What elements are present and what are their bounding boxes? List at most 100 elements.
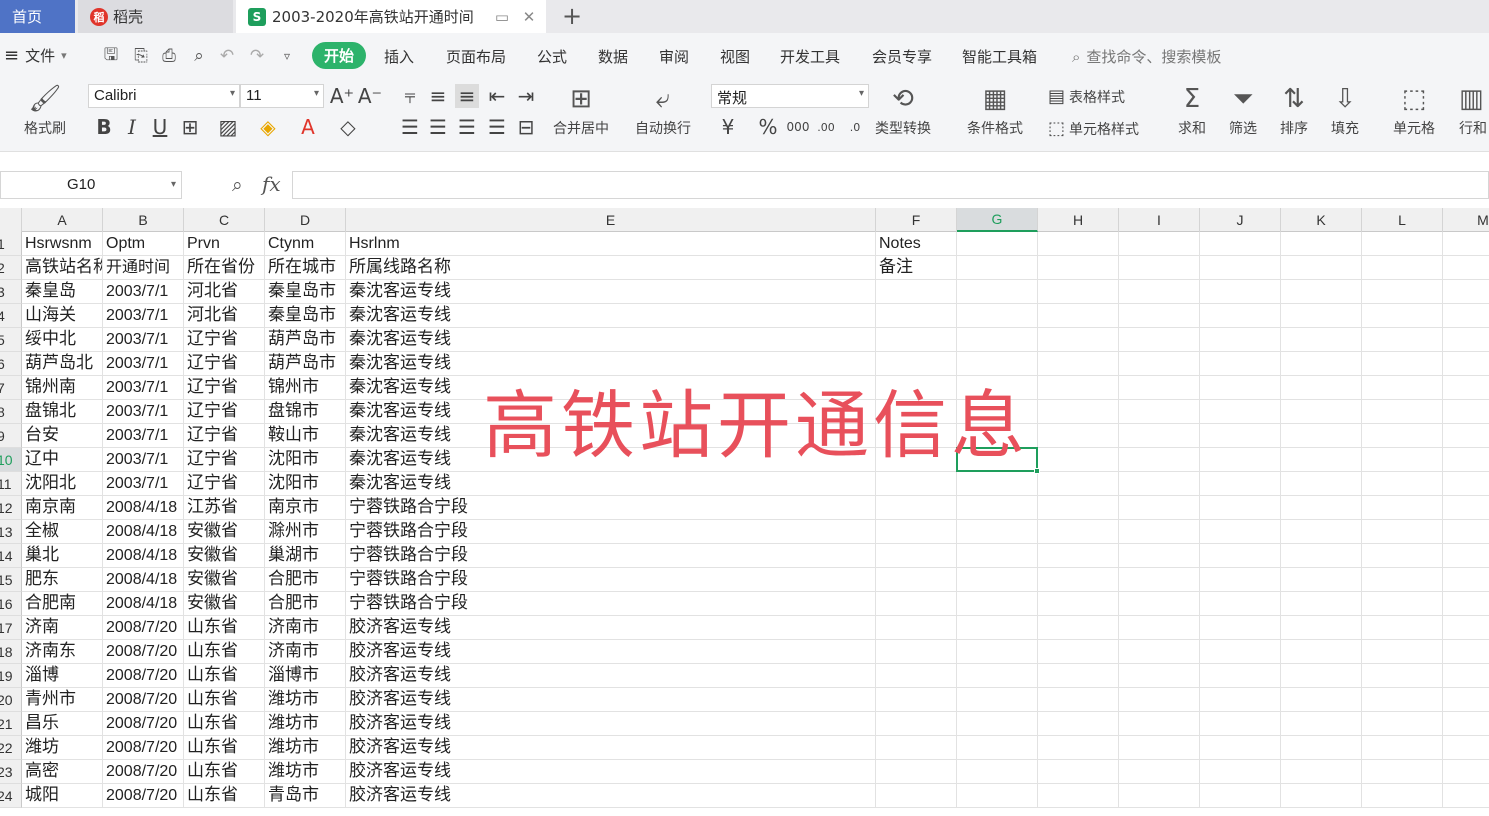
row-header[interactable]: 18: [0, 640, 22, 664]
cell-k4[interactable]: [1281, 304, 1362, 328]
cell-b7[interactable]: 2003/7/1: [103, 376, 184, 400]
cell-j11[interactable]: [1200, 472, 1281, 496]
cell-c9[interactable]: 辽宁省: [184, 424, 265, 448]
font-size-select[interactable]: 11 ▾: [240, 84, 324, 108]
cell-l8[interactable]: [1362, 400, 1443, 424]
cell-m24[interactable]: [1443, 784, 1489, 808]
row-header[interactable]: 4: [0, 304, 22, 328]
cell-b13[interactable]: 2008/4/18: [103, 520, 184, 544]
cell-f21[interactable]: [876, 712, 957, 736]
cell-b1[interactable]: Optm: [103, 232, 184, 256]
cell-d3[interactable]: 秦皇岛市: [265, 280, 346, 304]
cell-b17[interactable]: 2008/7/20: [103, 616, 184, 640]
column-header-b[interactable]: B: [103, 208, 184, 232]
cell-m12[interactable]: [1443, 496, 1489, 520]
align-right-icon[interactable]: ☰: [455, 115, 479, 139]
cell-i4[interactable]: [1119, 304, 1200, 328]
cell-m19[interactable]: [1443, 664, 1489, 688]
cell-l18[interactable]: [1362, 640, 1443, 664]
currency-icon[interactable]: ¥: [716, 115, 740, 139]
cell-m5[interactable]: [1443, 328, 1489, 352]
cell-i1[interactable]: [1119, 232, 1200, 256]
cell-a10[interactable]: 辽中: [22, 448, 103, 472]
cell-f1[interactable]: Notes: [876, 232, 957, 256]
cell-h1[interactable]: [1038, 232, 1119, 256]
cell-c8[interactable]: 辽宁省: [184, 400, 265, 424]
cell-b11[interactable]: 2003/7/1: [103, 472, 184, 496]
cell-i20[interactable]: [1119, 688, 1200, 712]
row-header[interactable]: 16: [0, 592, 22, 616]
column-header-a[interactable]: A: [22, 208, 103, 232]
row-header[interactable]: 23: [0, 760, 22, 784]
cell-k14[interactable]: [1281, 544, 1362, 568]
cell-k7[interactable]: [1281, 376, 1362, 400]
cell-h14[interactable]: [1038, 544, 1119, 568]
cell-h9[interactable]: [1038, 424, 1119, 448]
cell-k18[interactable]: [1281, 640, 1362, 664]
cell-j16[interactable]: [1200, 592, 1281, 616]
cell-j3[interactable]: [1200, 280, 1281, 304]
cell-d17[interactable]: 济南市: [265, 616, 346, 640]
align-top-icon[interactable]: ⫧: [398, 84, 422, 108]
cell-i18[interactable]: [1119, 640, 1200, 664]
fx-icon[interactable]: fx: [262, 172, 281, 196]
cell-f2[interactable]: 备注: [876, 256, 957, 280]
cell-a23[interactable]: 高密: [22, 760, 103, 784]
column-header-d[interactable]: D: [265, 208, 346, 232]
cell-h2[interactable]: [1038, 256, 1119, 280]
cell-i6[interactable]: [1119, 352, 1200, 376]
percent-icon[interactable]: %: [756, 115, 780, 139]
cell-c20[interactable]: 山东省: [184, 688, 265, 712]
cell-l6[interactable]: [1362, 352, 1443, 376]
cell-style-icon[interactable]: ▨: [216, 115, 240, 139]
cell-f16[interactable]: [876, 592, 957, 616]
cell-i19[interactable]: [1119, 664, 1200, 688]
cell-m17[interactable]: [1443, 616, 1489, 640]
bold-icon[interactable]: B: [92, 115, 116, 139]
cell-h5[interactable]: [1038, 328, 1119, 352]
column-header-h[interactable]: H: [1038, 208, 1119, 232]
cell-g4[interactable]: [957, 304, 1038, 328]
cell-h3[interactable]: [1038, 280, 1119, 304]
cell-j2[interactable]: [1200, 256, 1281, 280]
column-header-j[interactable]: J: [1200, 208, 1281, 232]
cell-h22[interactable]: [1038, 736, 1119, 760]
cell-l10[interactable]: [1362, 448, 1443, 472]
cell-d8[interactable]: 盘锦市: [265, 400, 346, 424]
cell-h24[interactable]: [1038, 784, 1119, 808]
row-header[interactable]: 12: [0, 496, 22, 520]
cell-style-button[interactable]: ⬚ 单元格样式: [1048, 118, 1139, 139]
cell-f12[interactable]: [876, 496, 957, 520]
auto-wrap-button[interactable]: ⤶ 自动换行: [635, 84, 691, 138]
cell-b15[interactable]: 2008/4/18: [103, 568, 184, 592]
cell-a4[interactable]: 山海关: [22, 304, 103, 328]
cell-e12[interactable]: 宁蓉铁路合宁段: [346, 496, 876, 520]
column-header-f[interactable]: F: [876, 208, 957, 232]
cell-d15[interactable]: 合肥市: [265, 568, 346, 592]
cell-a12[interactable]: 南京南: [22, 496, 103, 520]
cell-h6[interactable]: [1038, 352, 1119, 376]
row-header[interactable]: 17: [0, 616, 22, 640]
cell-m6[interactable]: [1443, 352, 1489, 376]
cell-m3[interactable]: [1443, 280, 1489, 304]
cell-l14[interactable]: [1362, 544, 1443, 568]
row-header[interactable]: 15: [0, 568, 22, 592]
cell-b2[interactable]: 开通时间: [103, 256, 184, 280]
indent-decrease-icon[interactable]: ⇤: [485, 84, 509, 108]
cell-a6[interactable]: 葫芦岛北: [22, 352, 103, 376]
cell-h21[interactable]: [1038, 712, 1119, 736]
cell-d20[interactable]: 潍坊市: [265, 688, 346, 712]
cell-a17[interactable]: 济南: [22, 616, 103, 640]
cell-j10[interactable]: [1200, 448, 1281, 472]
cell-d16[interactable]: 合肥市: [265, 592, 346, 616]
cell-m10[interactable]: [1443, 448, 1489, 472]
cell-c5[interactable]: 辽宁省: [184, 328, 265, 352]
menu-formulas[interactable]: 公式: [537, 46, 567, 67]
cell-h18[interactable]: [1038, 640, 1119, 664]
indent-increase-icon[interactable]: ⇥: [514, 84, 538, 108]
cell-d5[interactable]: 葫芦岛市: [265, 328, 346, 352]
menu-insert[interactable]: 插入: [384, 46, 414, 67]
cell-j17[interactable]: [1200, 616, 1281, 640]
cell-k5[interactable]: [1281, 328, 1362, 352]
cell-e20[interactable]: 胶济客运专线: [346, 688, 876, 712]
